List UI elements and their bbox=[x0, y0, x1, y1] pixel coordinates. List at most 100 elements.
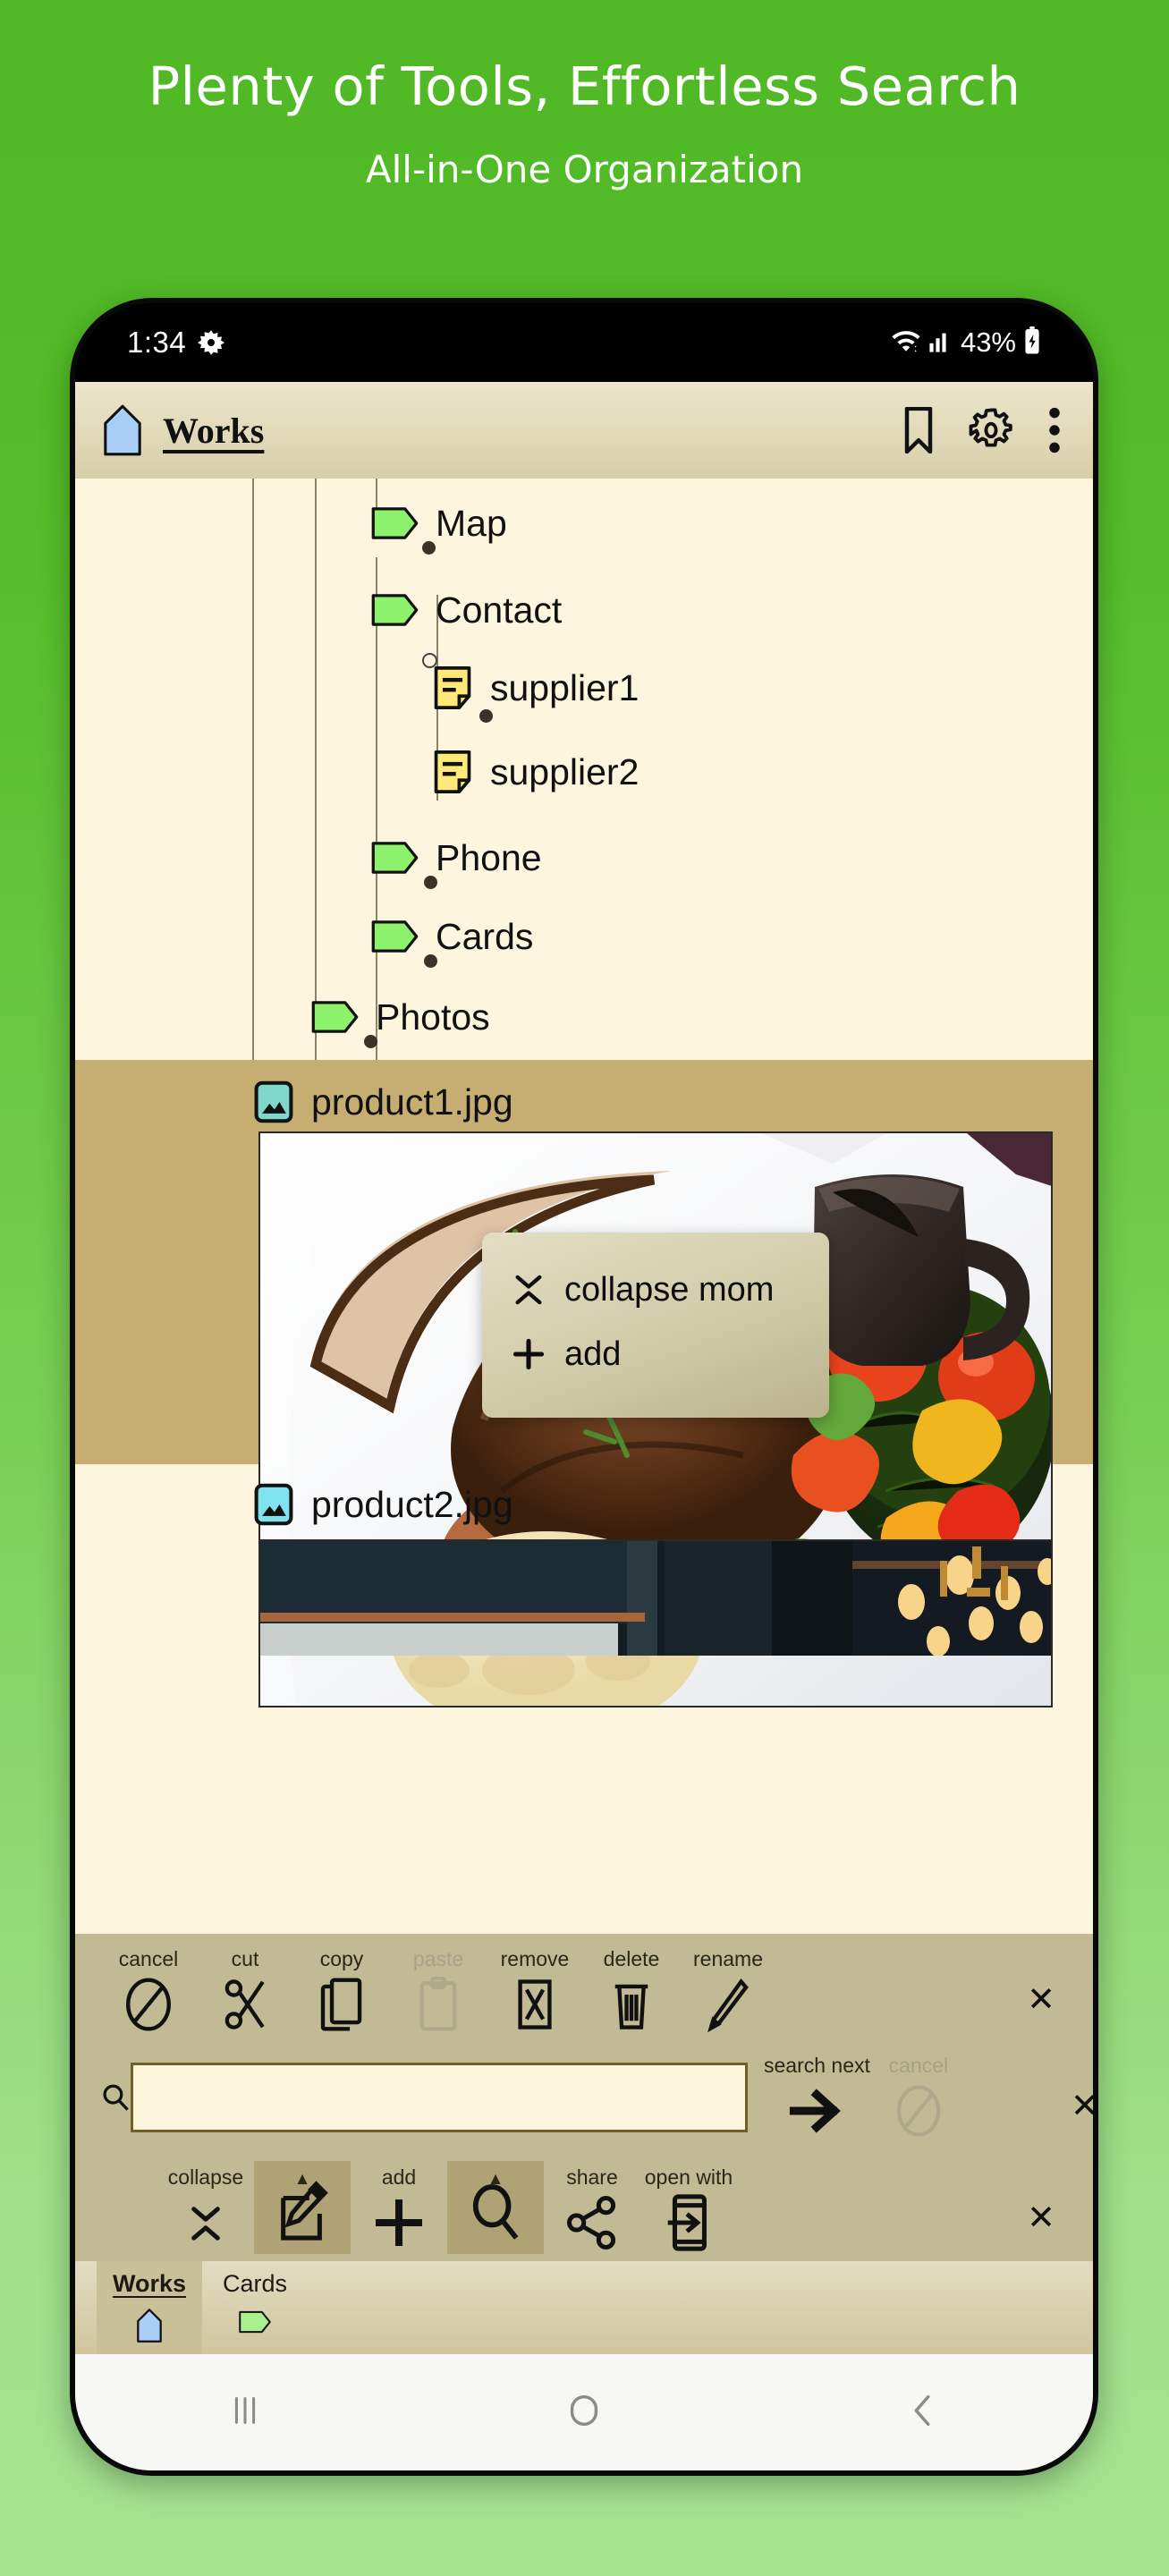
tree-view[interactable]: Map Contact supplier1 supplier2 Phone Ca… bbox=[75, 479, 1093, 1934]
toolbar-item-label: collapse bbox=[167, 2165, 244, 2189]
tree-item-phone[interactable]: Phone bbox=[370, 820, 542, 895]
toolbar-collapse-button[interactable]: collapse bbox=[157, 2165, 254, 2254]
toolbar-item-label: copy bbox=[319, 1947, 364, 1970]
plus-icon bbox=[505, 1335, 552, 1373]
toolbar-item-label: cancel bbox=[118, 1947, 179, 1970]
tree-item-product1[interactable]: product1.jpg bbox=[252, 1064, 513, 1140]
toolbar-remove-button[interactable]: remove bbox=[487, 1947, 583, 2036]
toolbar-item-label: share bbox=[566, 2165, 618, 2189]
product2-preview[interactable] bbox=[258, 1539, 1053, 1656]
tree-item-label: supplier2 bbox=[490, 750, 640, 792]
scissors-icon bbox=[221, 1977, 269, 2032]
search-icon bbox=[470, 2184, 521, 2240]
toolbar-item-label: add bbox=[381, 2165, 417, 2189]
toolbar-item-label: cut bbox=[231, 1947, 259, 1970]
toolbar-edit-mode-button[interactable]: ▲ bbox=[254, 2161, 351, 2254]
folder-icon bbox=[370, 918, 419, 955]
toolbar-search-close-button[interactable]: ✕ bbox=[1071, 2086, 1093, 2142]
toolbar-rename-button[interactable]: rename bbox=[680, 1947, 776, 2036]
tree-item-handle[interactable] bbox=[479, 709, 493, 723]
toolbar-cancel-button[interactable]: cancel bbox=[100, 1947, 197, 2036]
tree-item-photos[interactable]: Photos bbox=[310, 979, 490, 1055]
folder-icon bbox=[310, 998, 360, 1036]
image-file-icon bbox=[252, 1481, 295, 1528]
collapse-icon bbox=[505, 1269, 552, 1310]
toolbar-add-button[interactable]: add bbox=[351, 2165, 447, 2254]
tree-item-contact[interactable]: Contact bbox=[370, 572, 562, 648]
app-bar-actions bbox=[903, 406, 1061, 454]
tree-item-label: Cards bbox=[436, 915, 534, 957]
recents-icon[interactable] bbox=[224, 2390, 266, 2436]
toolbar-edit-close-button[interactable]: ✕ bbox=[1027, 1979, 1055, 2036]
app-root: Works Map Contact supplier1 supplier2 Ph… bbox=[75, 382, 1093, 2470]
tab-works[interactable]: Works bbox=[97, 2261, 202, 2354]
collapse-icon bbox=[187, 2195, 224, 2250]
search-icon bbox=[100, 2082, 131, 2113]
toolbar-open-with-button[interactable]: open with bbox=[640, 2165, 737, 2254]
search-cancel-button[interactable]: cancel bbox=[870, 2054, 967, 2142]
search-next-button[interactable]: search next bbox=[764, 2054, 870, 2142]
toolbar-item-label: delete bbox=[603, 1947, 660, 1970]
share-icon bbox=[566, 2195, 618, 2250]
bottom-toolbars: cancel cut copy paste remove delete rena… bbox=[75, 1934, 1093, 2261]
toolbar-paste-button[interactable]: paste bbox=[390, 1947, 487, 2036]
phone-screen: 1:34 43% Works Map Contact supplier1 sup… bbox=[75, 303, 1093, 2470]
toolbar-item-label: cancel bbox=[888, 2053, 949, 2077]
arrow-right-icon bbox=[789, 2083, 844, 2139]
home-circle-icon[interactable] bbox=[563, 2390, 605, 2436]
context-menu[interactable]: collapse mom add bbox=[482, 1233, 829, 1418]
more-vertical-icon[interactable] bbox=[1048, 406, 1061, 454]
menu-item-collapse-mom[interactable]: collapse mom bbox=[482, 1258, 829, 1322]
toolbar-item-label: search next bbox=[764, 2053, 870, 2077]
note-icon bbox=[431, 749, 474, 795]
wifi-icon bbox=[891, 327, 921, 359]
toolbar-share-button[interactable]: share bbox=[544, 2165, 640, 2254]
toolbar-search: search next cancel ✕ bbox=[75, 2043, 1093, 2152]
toolbar-delete-button[interactable]: delete bbox=[583, 1947, 680, 2036]
tree-item-product2[interactable]: product2.jpg bbox=[252, 1467, 513, 1542]
toolbar-cut-button[interactable]: cut bbox=[197, 1947, 293, 2036]
tree-item-label: Map bbox=[436, 502, 507, 544]
battery-percent: 43% bbox=[960, 326, 1016, 358]
toolbar-search-mode-button[interactable]: ▲ bbox=[447, 2161, 544, 2254]
toolbar-edit: cancel cut copy paste remove delete rena… bbox=[75, 1934, 1093, 2043]
gear-icon[interactable] bbox=[968, 407, 1014, 453]
cellular-signal-icon bbox=[928, 328, 953, 358]
toolbar-item-label: paste bbox=[412, 1947, 464, 1970]
tree-item-handle[interactable] bbox=[364, 1035, 377, 1048]
toolbar-item-label: rename bbox=[693, 1947, 763, 1970]
tree-item-label: product1.jpg bbox=[311, 1080, 513, 1123]
toolbar-item-label: open with bbox=[644, 2165, 733, 2189]
folder-icon bbox=[370, 839, 419, 877]
tree-item-supplier2[interactable]: supplier2 bbox=[431, 734, 639, 809]
toolbar-copy-button[interactable]: copy bbox=[293, 1947, 390, 2036]
tree-item-map[interactable]: Map bbox=[370, 486, 507, 561]
menu-item-add[interactable]: add bbox=[482, 1322, 829, 1386]
tree-item-supplier1[interactable]: supplier1 bbox=[431, 650, 639, 725]
tree-item-label: Photos bbox=[376, 996, 490, 1038]
phone-frame: 1:34 43% Works Map Contact supplier1 sup… bbox=[70, 298, 1098, 2476]
search-actions: search next cancel ✕ bbox=[764, 2054, 1093, 2142]
copy-icon bbox=[318, 1977, 365, 2032]
folder-icon bbox=[370, 504, 419, 542]
tree-item-handle[interactable] bbox=[424, 876, 437, 889]
status-right-cluster: 43% bbox=[891, 326, 1041, 360]
menu-item-label: add bbox=[564, 1335, 622, 1373]
home-icon[interactable] bbox=[102, 404, 143, 456]
tree-item-cards[interactable]: Cards bbox=[370, 899, 533, 974]
close-icon: ✕ bbox=[1027, 1981, 1055, 2019]
tab-cards[interactable]: Cards bbox=[202, 2261, 308, 2354]
tree-item-label: Contact bbox=[436, 589, 563, 631]
search-input[interactable] bbox=[131, 2063, 748, 2132]
tree-item-handle[interactable] bbox=[422, 541, 436, 555]
tree-item-handle[interactable] bbox=[424, 954, 437, 968]
toolbar-actions-close-button[interactable]: ✕ bbox=[1027, 2198, 1055, 2254]
bookmark-icon[interactable] bbox=[903, 407, 934, 453]
status-time: 1:34 bbox=[127, 326, 187, 359]
trash-icon bbox=[609, 1977, 654, 2032]
app-bar: Works bbox=[75, 382, 1093, 479]
back-chevron-icon[interactable] bbox=[902, 2390, 944, 2436]
cancel-icon bbox=[894, 2083, 943, 2139]
toolbar-actions: collapse ▲ add ▲ share open with ✕ bbox=[75, 2152, 1093, 2261]
plus-icon bbox=[374, 2195, 424, 2250]
